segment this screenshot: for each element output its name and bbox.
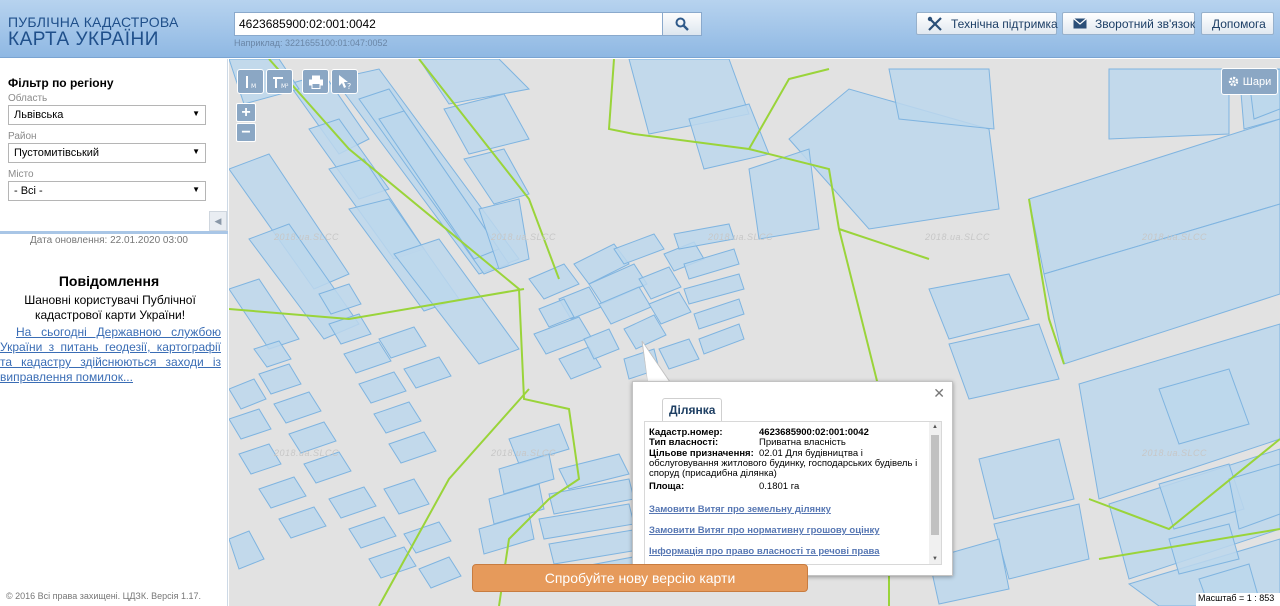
district-select[interactable]: Пустомитівський ▼ [8,143,206,163]
watermark: 2018.ua.SLCC [708,232,774,242]
svg-text:M: M [251,83,256,90]
minus-icon: − [241,123,251,141]
zoom-out-button[interactable]: − [236,123,256,142]
print-button[interactable] [302,69,329,94]
printer-icon [308,75,323,89]
try-new-version-button[interactable]: Спробуйте нову версію карти [472,564,808,592]
popup-body: Кадастр.номер: 4623685900:02:001:0042 Ти… [644,421,942,565]
support-button[interactable]: Технічна підтримка [916,12,1058,35]
watermark: 2018.ua.SLCC [274,232,340,242]
search-hint: Наприклад: 3221655100:01:047:0052 [234,38,388,48]
copyright: © 2016 Всі права захищені. ЦДЗК. Версія … [6,591,202,601]
feedback-button[interactable]: Зворотний зв'язок [1062,12,1195,35]
popup-pointer [641,340,671,383]
help-button[interactable]: Допомога [1201,12,1274,35]
logo-line1: ПУБЛІЧНА КАДАСТРОВА [8,14,179,30]
notice-title: Повідомлення [58,273,160,289]
zoom-in-button[interactable]: + [236,103,256,122]
help-label: Допомога [1212,16,1266,31]
parcel-popup: ✕ Ділянка Кадастр.номер: 4623685900:02:0… [632,381,953,576]
scrollbar-thumb[interactable] [931,435,939,535]
sidebar-divider [0,231,228,234]
support-label: Технічна підтримка [951,16,1058,31]
close-icon[interactable]: ✕ [933,385,945,402]
area-icon: M² [272,76,289,90]
measure-area-button[interactable]: M² [266,69,293,94]
ownership-value: Приватна власність [759,437,846,448]
update-date: Дата оновлення: 22.01.2020 03:00 [30,235,188,246]
feedback-label: Зворотний зв'язок [1095,16,1196,31]
region-select[interactable]: Львівська ▼ [8,105,206,125]
search-icon [675,17,689,31]
scale-readout: Масштаб = 1 : 853 [1196,593,1280,606]
search-button[interactable] [662,12,702,36]
region-value: Львівська [14,109,64,121]
header: ПУБЛІЧНА КАДАСТРОВА КАРТА УКРАЇНИ Наприк… [0,0,1280,58]
search-input[interactable] [234,12,664,36]
ownership-label: Тип власності: [649,437,719,448]
ruler-icon: M [245,75,256,90]
notice-link[interactable]: На сьогодні Державною службою України з … [0,325,221,385]
gear-icon [1228,76,1239,87]
tab-parcel[interactable]: Ділянка [662,398,723,421]
order-valuation-extract-link[interactable]: Замовити Витяг про нормативну грошову оц… [649,525,880,536]
scroll-down-icon[interactable]: ▼ [932,556,938,562]
tools-icon [927,16,943,32]
watermark: 2018.ua.SLCC [1142,232,1208,242]
chevron-down-icon: ▼ [192,147,200,156]
area-label: Площа: [649,481,685,492]
watermark: 2018.ua.SLCC [925,232,991,242]
plus-icon: + [241,103,251,121]
district-value: Пустомитівський [14,147,100,159]
city-select[interactable]: - Всі - ▼ [8,181,206,201]
watermark: 2018.ua.SLCC [491,232,557,242]
chevron-left-icon: ◀ [214,215,222,226]
chevron-down-icon: ▼ [192,109,200,118]
order-land-extract-link[interactable]: Замовити Витяг про земельну ділянку [649,504,831,515]
layers-button[interactable]: Шари [1221,68,1278,95]
svg-text:?: ? [347,82,351,90]
area-value: 0.1801 га [759,481,800,492]
filter-title: Фільтр по регіону [8,76,114,90]
region-label: Область [8,93,48,104]
purpose-value: 02.01 Для будівництва і обслуговування ж… [649,448,918,479]
collapse-sidebar-button[interactable]: ◀ [209,211,227,231]
scroll-up-icon[interactable]: ▲ [932,424,938,430]
watermark: 2018.ua.SLCC [274,448,340,458]
identify-button[interactable]: ? [331,69,358,94]
district-label: Район [8,131,37,142]
watermark: 2018.ua.SLCC [491,448,557,458]
notice-greeting: Шановні користувачі Публічної кадастрово… [24,293,196,322]
cursor-question-icon: ? [338,74,351,90]
search-area: Наприклад: 3221655100:01:047:0052 [234,12,702,48]
city-label: Місто [8,169,34,180]
watermark: 2018.ua.SLCC [1142,448,1208,458]
envelope-icon [1073,18,1087,29]
logo-line2: КАРТА УКРАЇНИ [8,29,159,50]
popup-scrollbar[interactable]: ▲ ▼ [929,422,941,564]
measure-distance-button[interactable]: M [237,69,264,94]
svg-text:M²: M² [281,83,289,90]
city-value: - Всі - [14,185,43,197]
chevron-down-icon: ▼ [192,185,200,194]
sidebar: Фільтр по регіону Область Львівська ▼ Ра… [0,59,228,606]
layers-label: Шари [1242,75,1272,88]
ownership-info-link[interactable]: Інформація про право власності та речові… [649,546,880,557]
